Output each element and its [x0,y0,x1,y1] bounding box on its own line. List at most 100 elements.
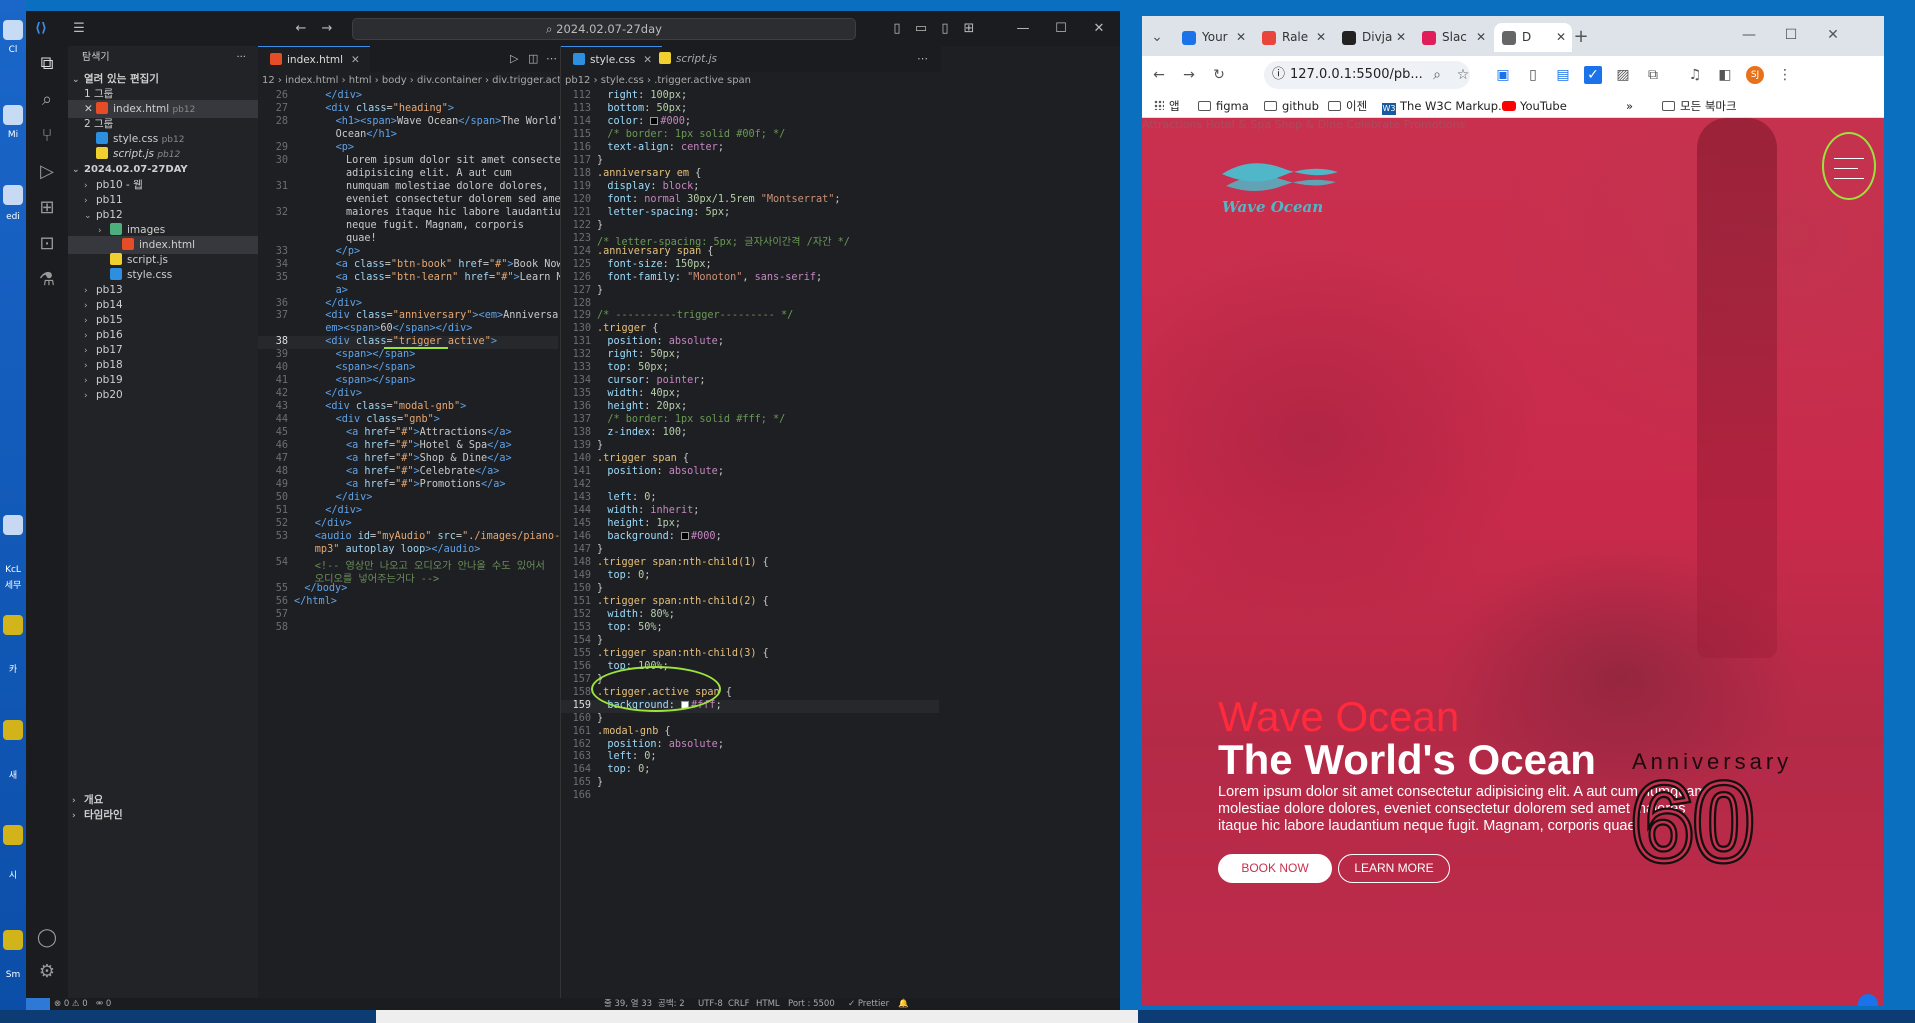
close-tab-icon[interactable]: ✕ [1556,23,1566,52]
learn-more-button[interactable]: LEARN MORE [1338,854,1450,883]
line-ending[interactable]: CRLF [728,998,749,1010]
search-icon[interactable]: ⌕ [35,88,59,112]
site-nav[interactable]: Attractions Hotel & Spa Shop & Dine Cele… [1142,118,1465,131]
close-tab-icon[interactable]: ✕ [1396,23,1406,52]
site-info-icon[interactable]: ⓘ [1272,61,1285,89]
code-line[interactable]: <a href="#">Shop & Dine</a> [346,453,512,464]
minimize-icon[interactable]: — [1740,26,1758,44]
desktop-icon[interactable] [3,20,23,40]
media-control-icon[interactable]: ♫ [1686,66,1704,84]
code-line[interactable]: <span></span> [336,362,416,373]
code-line[interactable]: } [597,285,603,296]
source-control-icon[interactable]: ⑂ [35,124,59,148]
code-line[interactable]: position: absolute; [607,466,724,477]
extension-icon[interactable]: ▤ [1554,66,1572,84]
explorer-icon[interactable]: ⧉ [35,52,59,76]
code-line[interactable]: z-index: 100; [607,427,687,438]
code-line[interactable]: <a href="#">Attractions</a> [346,427,512,438]
cursor-position[interactable]: 줄 39, 열 33 [604,998,652,1010]
avatar[interactable]: SJ [1746,66,1764,84]
code-line[interactable]: <a href="#">Celebrate</a> [346,466,499,477]
code-line[interactable]: <span></span> [336,349,416,360]
zoom-icon[interactable]: ⌕ [1428,66,1446,84]
code-line[interactable]: font-family: "Monoton", sans-serif; [607,272,822,283]
code-line[interactable]: </div> [325,298,362,309]
maximize-icon[interactable]: ☐ [1052,20,1070,38]
run-icon[interactable]: ▷ [510,52,518,65]
close-tab-icon[interactable]: ✕ [1316,23,1326,52]
code-line[interactable]: <div class="gnb"> [336,414,440,425]
account-icon[interactable]: ◯ [35,926,59,950]
code-line[interactable]: } [597,583,603,594]
language-mode[interactable]: HTML [756,998,780,1010]
code-line[interactable]: neque fugit. Magnam, corporis [346,220,524,231]
code-line[interactable]: } [597,440,603,451]
code-line[interactable]: eveniet consectetur dolorem sed amet [346,194,567,205]
menu-icon[interactable]: ☰ [70,20,88,38]
customize-layout-icon[interactable]: ⊞ [960,20,978,38]
code-line[interactable]: position: absolute; [607,739,724,750]
extension-icon[interactable]: ▨ [1614,66,1632,84]
more-icon[interactable]: ⋯ [917,52,928,65]
live-server-port[interactable]: Port : 5500 [788,998,835,1010]
code-line[interactable]: top: 50%; [607,622,662,633]
desktop-icon[interactable] [3,720,23,740]
code-line[interactable]: .trigger span:nth-child(2) { [597,596,769,607]
desktop-icon[interactable] [3,825,23,845]
code-line[interactable]: <div class="heading"> [325,103,454,114]
code-line[interactable]: position: absolute; [607,336,724,347]
toggle-secondary-sidebar-icon[interactable]: ▯ [936,20,954,38]
code-line[interactable]: bottom: 50px; [607,103,687,114]
code-line[interactable]: /* border: 1px solid #00f; */ [607,129,785,140]
kebab-menu-icon[interactable]: ⋮ [1776,66,1794,84]
code-line[interactable]: Lorem ipsum dolor sit amet consectetur [346,155,579,166]
bookmark-figma[interactable]: figma [1198,97,1249,115]
back-arrow-icon[interactable]: ← [292,20,310,38]
code-line[interactable]: em><span>60</span></div> [325,323,472,334]
back-arrow-icon[interactable]: ← [1150,66,1168,84]
code-line[interactable]: top: 0; [607,570,650,581]
code-line[interactable]: color: #000; [607,116,691,127]
code-line[interactable]: </div> [315,518,352,529]
code-line[interactable]: <div class="anniversary"><em>Anniversary… [325,310,583,321]
code-line[interactable]: left: 0; [607,492,656,503]
code-line[interactable]: top: 50px; [607,362,668,373]
browser-tab[interactable]: Divja ✕ [1334,23,1412,52]
code-line[interactable]: } [597,220,603,231]
code-line[interactable]: cursor: pointer; [607,375,705,386]
code-line[interactable]: </div> [336,492,373,503]
background-window[interactable] [376,1010,1138,1023]
problems-indicator[interactable]: ⊗ 0 ⚠ 0 [54,998,88,1010]
minimize-icon[interactable]: — [1014,20,1032,38]
code-line[interactable]: .anniversary span { [597,246,714,257]
tab-script-js[interactable]: script.js [647,46,727,72]
code-line[interactable]: width: 40px; [607,388,681,399]
code-line[interactable]: /* border: 1px solid #fff; */ [607,414,785,425]
html-editor[interactable]: index.html ✕ ▷ ◫ ⋯ 12 › index.html › html… [258,46,593,998]
gear-icon[interactable]: ⚙ [35,960,59,984]
code-line[interactable]: adipisicing elit. A aut cum [346,168,512,179]
bookmark-w3c[interactable]: W3 The W3C Markup... [1382,97,1509,115]
code-line[interactable]: quae! [346,233,377,244]
code-line[interactable]: } [597,777,603,788]
close-tab-icon[interactable]: ✕ [1476,23,1486,52]
desktop-icon[interactable] [3,105,23,125]
browser-tab[interactable]: Your ✕ [1174,23,1252,52]
reload-icon[interactable]: ↻ [1210,66,1228,84]
more-icon[interactable]: ··· [236,46,246,70]
code-line[interactable]: .trigger span:nth-child(3) { [597,648,769,659]
code-line[interactable]: </body> [304,583,347,594]
edit-icon[interactable] [1858,994,1878,1006]
code-line[interactable]: /* ----------trigger--------- */ [597,310,793,321]
bookmark-ijen[interactable]: 이젠 [1328,97,1367,115]
forward-arrow-icon[interactable]: → [318,20,336,38]
close-icon[interactable]: ✕ [84,103,96,115]
prettier-status[interactable]: ✓ Prettier [848,998,889,1010]
extension-icon[interactable]: ▯ [1524,66,1542,84]
code-line[interactable]: <div class="modal-gnb"> [325,401,466,412]
css-editor[interactable]: style.css ✕ script.js ⋯ pb12 › style.css … [561,46,941,998]
more-icon[interactable]: ⋯ [546,52,557,65]
code-line[interactable]: .trigger span:nth-child(1) { [597,557,769,568]
side-panel-icon[interactable]: ◧ [1716,66,1734,84]
code-line[interactable]: <p> [336,142,354,153]
